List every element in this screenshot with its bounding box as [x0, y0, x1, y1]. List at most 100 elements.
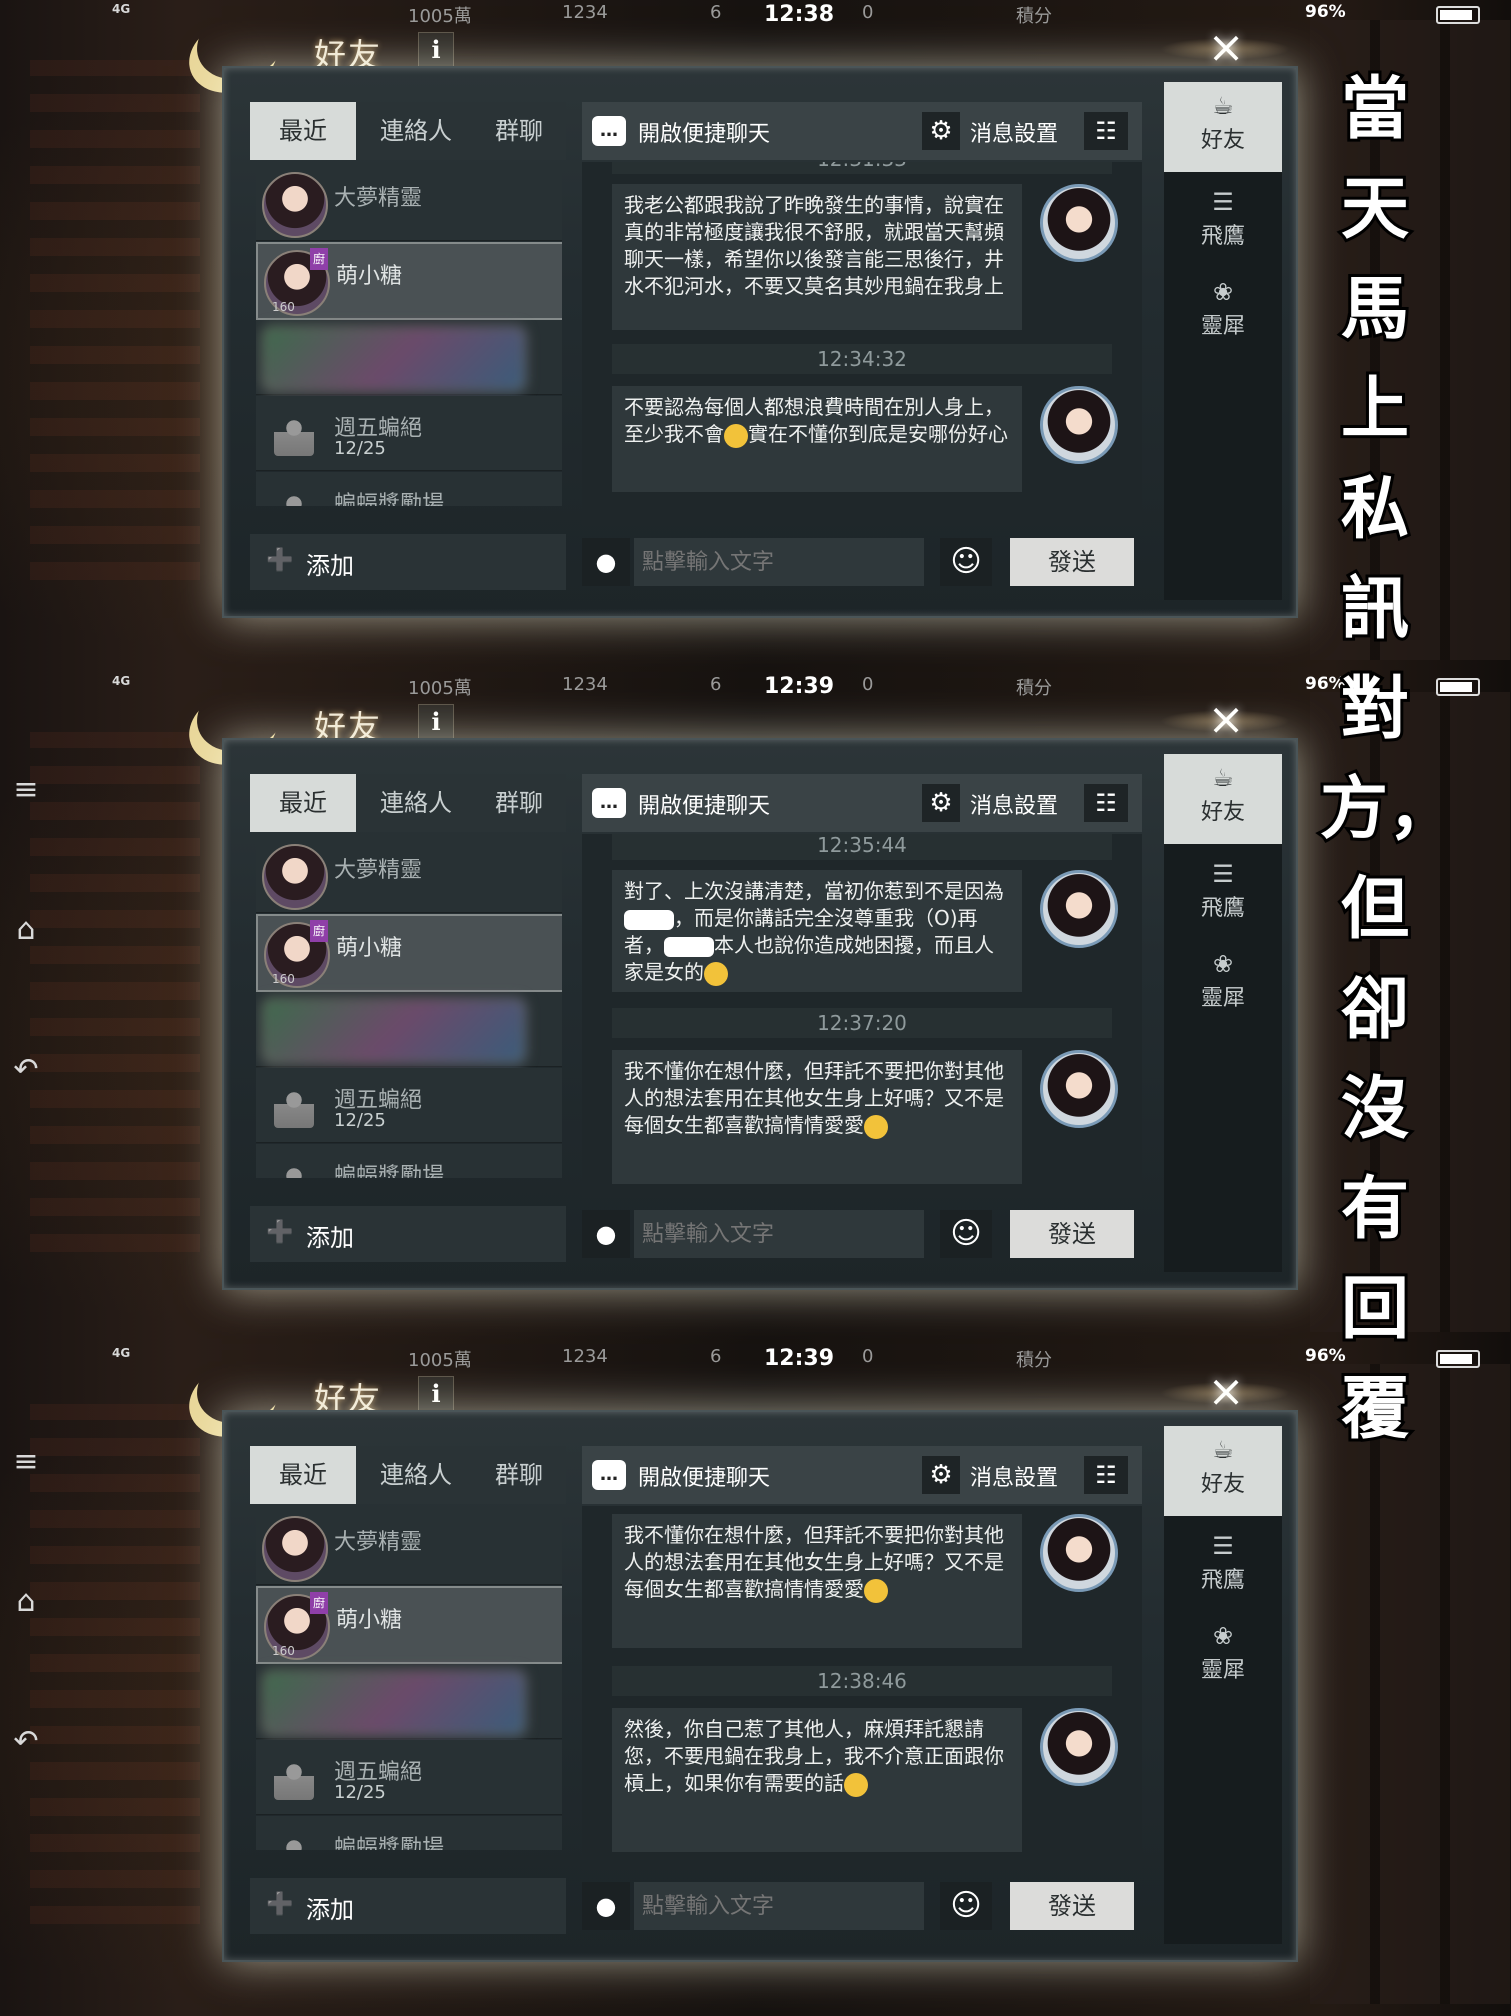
- friend-item-dream-sprite[interactable]: 大夢精靈: [256, 838, 562, 913]
- tab-contacts[interactable]: 連絡人: [360, 774, 472, 832]
- handwritten-caption: 當天馬上私訊對方，但卻沒有回覆: [1317, 67, 1459, 1452]
- friend-item-bat-reward[interactable]: 蝙蝠獎勵場: [256, 1144, 562, 1178]
- message-settings-label[interactable]: 消息設置: [970, 116, 1058, 148]
- battery-icon: [1436, 6, 1480, 24]
- friend-item-meng-xiaotang[interactable]: 廚 160 萌小糖: [256, 242, 562, 320]
- info-icon[interactable]: i: [418, 32, 454, 68]
- message-input[interactable]: [634, 1882, 924, 1930]
- tab-recent[interactable]: 最近: [250, 102, 356, 160]
- tab-group-chat[interactable]: 群聊: [472, 774, 566, 832]
- message-bubble[interactable]: 對了、上次沒講清楚，當初你惹到不是因為，而是你講話完全沒尊重我（O)再者， 本人也…: [612, 870, 1022, 992]
- send-button[interactable]: 發送: [1010, 538, 1134, 586]
- info-icon[interactable]: i: [418, 1376, 454, 1412]
- friend-item-meng-xiaotang[interactable]: 廚 160 萌小糖: [256, 1586, 562, 1664]
- back-icon[interactable]: ↶: [6, 1052, 46, 1087]
- friend-item-dream-sprite[interactable]: 大夢精靈: [256, 166, 562, 241]
- tab-recent[interactable]: 最近: [250, 1446, 356, 1504]
- message-settings-label[interactable]: 消息設置: [970, 788, 1058, 820]
- back-icon[interactable]: ↶: [6, 1724, 46, 1759]
- mic-icon[interactable]: ●: [582, 538, 630, 586]
- add-friend-button[interactable]: ➕ 添加: [250, 1206, 566, 1262]
- quick-chat-label[interactable]: 開啟便捷聊天: [638, 788, 770, 820]
- mic-icon[interactable]: ●: [582, 1210, 630, 1258]
- grid-icon[interactable]: ☷: [1084, 112, 1128, 150]
- friend-item-friday[interactable]: 週五蝙絕 12/25: [256, 396, 562, 471]
- friend-list: 大夢精靈 廚 160 萌小糖 週五蝙絕 12/25 蝙蝠獎勵場: [256, 166, 562, 506]
- menu-icon[interactable]: ≡: [6, 1444, 46, 1479]
- ghost-icon: [262, 1746, 324, 1808]
- message-bubble[interactable]: 不要認為每個人都想浪費時間在別人身上，至少我不會 實在不懂你到底是安哪份好心: [612, 386, 1022, 492]
- tab-hawk[interactable]: ☰ 飛鷹: [1164, 850, 1282, 940]
- friend-item-blurred[interactable]: [256, 992, 562, 1067]
- message-bubble[interactable]: 然後，你自己惹了其他人，麻煩拜託懇請您，不要甩鍋在我身上，我不介意正面跟你槓上，…: [612, 1708, 1022, 1852]
- add-friend-button[interactable]: ➕ 添加: [250, 1878, 566, 1934]
- gear-icon[interactable]: ⚙: [922, 784, 960, 822]
- chat-icon[interactable]: …: [592, 788, 626, 818]
- tab-contacts[interactable]: 連絡人: [360, 1446, 472, 1504]
- ghost-icon: [262, 478, 324, 506]
- info-icon[interactable]: i: [418, 704, 454, 740]
- gear-icon[interactable]: ⚙: [922, 1456, 960, 1494]
- friend-item-blurred[interactable]: [256, 320, 562, 395]
- send-button[interactable]: 發送: [1010, 1882, 1134, 1930]
- tab-lingxi[interactable]: ❀ 靈犀: [1164, 1612, 1282, 1702]
- ghost-icon: [262, 1822, 324, 1850]
- smile-icon[interactable]: ☺: [940, 1210, 992, 1258]
- tab-recent[interactable]: 最近: [250, 774, 356, 832]
- friend-item-friday[interactable]: 週五蝙絕 12/25: [256, 1740, 562, 1815]
- stamina-count: 6: [710, 674, 722, 695]
- tab-friends[interactable]: ☕ 好友: [1164, 1426, 1282, 1516]
- menu-icon[interactable]: ≡: [6, 772, 46, 807]
- mic-icon[interactable]: ●: [582, 1882, 630, 1930]
- tab-friends[interactable]: ☕ 好友: [1164, 754, 1282, 844]
- friend-item-blurred[interactable]: [256, 1664, 562, 1739]
- background-building: [30, 60, 200, 580]
- tab-contacts[interactable]: 連絡人: [360, 102, 472, 160]
- message-bubble[interactable]: 我不懂你在想什麼，但拜託不要把你對其他人的想法套用在其他女生身上好嗎？又不是每個…: [612, 1514, 1022, 1648]
- smile-icon[interactable]: ☺: [940, 538, 992, 586]
- tab-hawk[interactable]: ☰ 飛鷹: [1164, 178, 1282, 268]
- side-tabs: ☕ 好友 ☰ 飛鷹 ❀ 靈犀: [1164, 82, 1282, 600]
- friend-item-bat-reward[interactable]: 蝙蝠獎勵場: [256, 1816, 562, 1850]
- avatar: [1040, 870, 1118, 948]
- friend-item-dream-sprite[interactable]: 大夢精靈: [256, 1510, 562, 1585]
- gear-icon[interactable]: ⚙: [922, 112, 960, 150]
- friend-item-meng-xiaotang[interactable]: 廚 160 萌小糖: [256, 914, 562, 992]
- tab-label: 靈犀: [1200, 314, 1245, 339]
- avatar: [1040, 1050, 1118, 1128]
- friends-sidebar: 最近 連絡人 群聊 大夢精靈 廚 160 萌小糖 週五蝙絕 12/25 蝙蝠獎勵…: [250, 1446, 566, 1936]
- friend-item-bat-reward[interactable]: 蝙蝠獎勵場: [256, 472, 562, 506]
- stamina-count: 6: [710, 1346, 722, 1367]
- tab-lingxi[interactable]: ❀ 靈犀: [1164, 940, 1282, 1030]
- smile-icon[interactable]: ☺: [940, 1882, 992, 1930]
- home-icon[interactable]: ⌂: [6, 912, 46, 947]
- chat-icon[interactable]: …: [592, 116, 626, 146]
- chat-header: … 開啟便捷聊天 ⚙ 消息設置 ☷: [582, 1446, 1142, 1504]
- message-input[interactable]: [634, 1210, 924, 1258]
- message-input[interactable]: [634, 538, 924, 586]
- friend-item-friday[interactable]: 週五蝙絕 12/25: [256, 1068, 562, 1143]
- message-text: 然後，你自己惹了其他人，麻煩拜託懇請您，不要甩鍋在我身上，我不介意正面跟你槓上，…: [624, 1717, 1004, 1795]
- tab-friends[interactable]: ☕ 好友: [1164, 82, 1282, 172]
- tab-group-chat[interactable]: 群聊: [472, 1446, 566, 1504]
- tab-group-chat[interactable]: 群聊: [472, 102, 566, 160]
- coin-count: 1005萬: [408, 6, 472, 27]
- tab-hawk[interactable]: ☰ 飛鷹: [1164, 1522, 1282, 1612]
- grid-icon[interactable]: ☷: [1084, 1456, 1128, 1494]
- add-friend-button[interactable]: ➕ 添加: [250, 534, 566, 590]
- chef-badge: 廚: [310, 920, 328, 942]
- home-icon[interactable]: ⌂: [6, 1584, 46, 1619]
- quick-chat-label[interactable]: 開啟便捷聊天: [638, 116, 770, 148]
- grid-icon[interactable]: ☷: [1084, 784, 1128, 822]
- friends-window: 最近 連絡人 群聊 大夢精靈 廚 160 萌小糖 週五蝙絕 12/25 蝙蝠獎勵…: [222, 66, 1298, 618]
- tab-label: 好友: [1200, 800, 1245, 825]
- tab-lingxi[interactable]: ❀ 靈犀: [1164, 268, 1282, 358]
- bell-icon: ❀: [1212, 1622, 1234, 1650]
- chat-icon[interactable]: …: [592, 1460, 626, 1490]
- send-button[interactable]: 發送: [1010, 1210, 1134, 1258]
- avatar: [262, 844, 328, 910]
- message-settings-label[interactable]: 消息設置: [970, 1460, 1058, 1492]
- message-bubble[interactable]: 我老公都跟我說了昨晚發生的事情，說實在真的非常極度讓我很不舒服，就跟當天幫頻聊天…: [612, 184, 1022, 330]
- quick-chat-label[interactable]: 開啟便捷聊天: [638, 1460, 770, 1492]
- message-bubble[interactable]: 我不懂你在想什麼，但拜託不要把你對其他人的想法套用在其他女生身上好嗎？又不是每個…: [612, 1050, 1022, 1184]
